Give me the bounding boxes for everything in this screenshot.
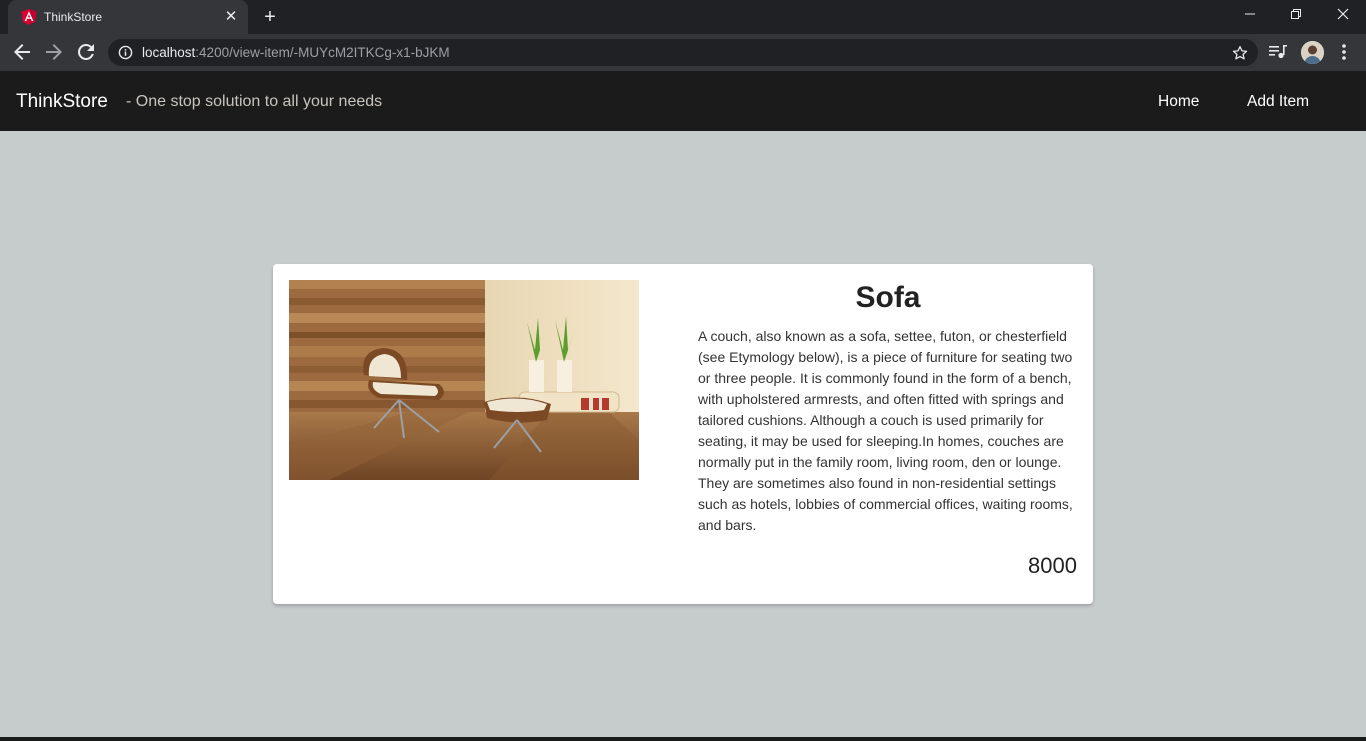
back-arrow-icon[interactable] <box>10 40 34 64</box>
item-price: 8000 <box>1028 553 1077 578</box>
brand-link[interactable]: ThinkStore <box>16 91 108 113</box>
close-window-icon[interactable] <box>1320 0 1366 30</box>
profile-avatar[interactable] <box>1301 41 1324 64</box>
bookmark-star-icon[interactable] <box>1231 44 1249 62</box>
nav-add-item-link[interactable]: Add Item <box>1247 93 1309 111</box>
app-navbar: ThinkStore - One stop solution to all yo… <box>0 71 1366 131</box>
browser-tab[interactable]: ThinkStore ✕ <box>8 0 248 34</box>
minimize-window-icon[interactable] <box>1227 0 1273 30</box>
brand-tagline: - One stop solution to all your needs <box>126 93 383 110</box>
url-path: :4200/view-item/-MUYcM2ITKCg-x1-bJKM <box>195 45 450 60</box>
tab-title: ThinkStore <box>44 10 103 24</box>
reload-icon[interactable] <box>74 40 98 64</box>
item-image <box>289 280 639 480</box>
item-card: Sofa A couch, also known as a sofa, sett… <box>273 264 1093 604</box>
media-controls-icon[interactable] <box>1268 43 1288 61</box>
item-title: Sofa <box>855 281 921 314</box>
address-bar[interactable]: localhost:4200/view-item/-MUYcM2ITKCg-x1… <box>108 39 1258 66</box>
item-description: A couch, also known as a sofa, settee, f… <box>698 328 1073 533</box>
url-text[interactable]: localhost:4200/view-item/-MUYcM2ITKCg-x1… <box>142 45 450 60</box>
bottom-edge-bar <box>0 737 1366 741</box>
angular-logo-icon <box>21 9 37 25</box>
sofa-photo-illustration <box>289 280 639 480</box>
restore-window-icon[interactable] <box>1273 0 1319 30</box>
site-info-icon[interactable] <box>118 45 133 60</box>
browser-tab-strip: ThinkStore ✕ + <box>0 0 1366 34</box>
browser-toolbar: localhost:4200/view-item/-MUYcM2ITKCg-x1… <box>0 34 1366 71</box>
profile-photo-icon <box>1301 41 1324 64</box>
nav-home-link[interactable]: Home <box>1158 93 1199 111</box>
url-host: localhost <box>142 45 196 60</box>
forward-arrow-icon[interactable] <box>42 40 66 64</box>
new-tab-icon[interactable]: + <box>259 6 281 28</box>
kebab-menu-icon[interactable] <box>1336 42 1352 62</box>
close-tab-icon[interactable]: ✕ <box>222 8 240 26</box>
